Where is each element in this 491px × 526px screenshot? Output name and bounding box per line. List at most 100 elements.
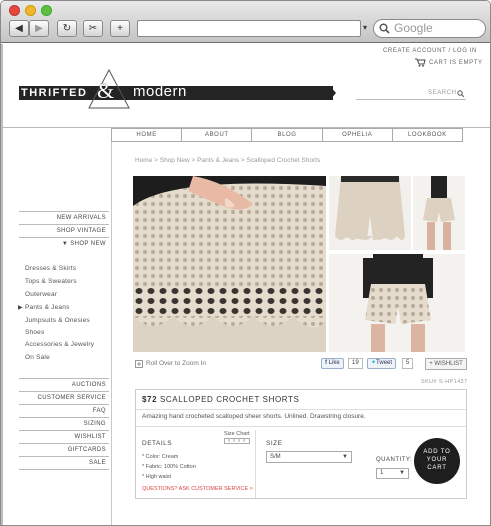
magnifier-icon [379,23,390,34]
product-details-box: $72 SCALLOPED CROCHET SHORTS Amazing han… [135,389,467,499]
quantity-label: QUANTITY: [376,457,413,463]
plus-icon: + [117,23,123,34]
sidebar-sub-outerwear[interactable]: Outerwear [25,291,57,298]
sidebar-sub-jumpsuits[interactable]: Jumpsuits & Onesies [25,317,90,324]
sidebar-divider [111,142,112,525]
back-button[interactable]: ◀ [9,20,29,37]
size-chart-link[interactable]: Size Chart [224,431,250,437]
main-nav: HOME ABOUT BLOG OPHELIA LOOKBOOK [111,128,463,142]
add-to-cart-button[interactable]: ADD TO YOUR CART [414,438,460,484]
nav-about[interactable]: ABOUT [182,129,253,141]
wishlist-button[interactable]: + WISHLIST [425,358,467,370]
product-description: Amazing hand crocheted scalloped sheer s… [142,413,366,420]
product-thumb-1-art [329,176,411,250]
product-thumb-2[interactable] [413,176,465,250]
sidebar-sub-accessories[interactable]: Accessories & Jewelry [25,341,94,348]
page-content: CREATE ACCOUNT / LOG IN CART IS EMPTY TH… [1,44,490,525]
reload-icon: ↻ [62,23,72,34]
new-tab-button[interactable]: + [110,20,130,37]
sidebar-item-giftcards[interactable]: GIFTCARDS [19,443,109,456]
browser-search-input[interactable]: Google [373,19,486,38]
site-search-icon[interactable] [457,90,464,97]
sidebar-item-shop-new[interactable]: ▼ SHOP NEW [19,237,109,250]
forward-arrow-icon: ▶ [35,23,43,34]
sidebar-item-new-arrivals[interactable]: NEW ARRIVALS [19,211,109,224]
zoom-icon [135,360,143,368]
sidebar-sub-pants[interactable]: Pants & Jeans [25,304,70,311]
sidebar-item-sizing[interactable]: SIZING [19,417,109,430]
tweet-button[interactable]: ✦Tweet [367,358,397,369]
forward-button[interactable]: ▶ [29,20,49,37]
details-divider-2 [136,426,466,427]
sidebar-item-label: SHOP NEW [70,241,106,247]
sidebar-sub-on-sale[interactable]: On Sale [25,354,50,361]
details-col-divider [255,430,256,498]
sidebar-sub-dresses[interactable]: Dresses & Skirts [25,265,76,272]
customer-service-link[interactable]: QUESTIONS? ASK CUSTOMER SERVICE > [142,486,253,492]
cart-status[interactable]: CART IS EMPTY [429,60,483,66]
details-divider [136,409,466,410]
caret-right-icon: ▶ [18,305,23,311]
reload-button[interactable]: ↻ [57,20,77,37]
logo-arrow-tip [330,86,336,100]
zoom-hint: Roll Over to Zoom In [146,360,206,367]
scissors-icon: ✂ [88,23,98,34]
sidebar-item-wishlist[interactable]: WISHLIST [19,430,109,443]
cart-icon [415,58,426,67]
browser-toolbar: ◀ ▶ ↻ ✂ + ▾ Google [1,1,490,43]
site-search-placeholder: SEARCH [428,90,457,96]
logo-text-thrifted: THRIFTED [21,87,88,99]
close-window-button[interactable] [9,5,20,16]
nav-home[interactable]: HOME [112,129,183,141]
browser-window: ◀ ▶ ↻ ✂ + ▾ Google CREATE ACCOUNT / LOG … [0,0,491,526]
size-label: SIZE [266,440,283,447]
size-select[interactable]: S/M ▼ [266,451,352,463]
caret-down-icon: ▼ [61,241,71,247]
product-thumb-3[interactable] [329,254,465,352]
sidebar-item-customer-service[interactable]: CUSTOMER SERVICE [19,391,109,404]
product-name: SCALLOPED CROCHET SHORTS [159,395,300,404]
product-thumb-2-art [423,176,455,250]
tweet-count: 5 [402,358,414,369]
sidebar-item-faq[interactable]: FAQ [19,404,109,417]
sidebar-item-sale[interactable]: SALE [19,456,109,470]
nav-lookbook[interactable]: LOOKBOOK [393,129,462,141]
product-price: $72 [142,395,158,404]
quantity-select[interactable]: 1 ▼ [376,468,409,479]
logo-ampersand: & [97,78,115,103]
product-thumb-1[interactable] [329,176,411,250]
detail-waist: * High waist [142,474,172,480]
address-bar[interactable] [137,20,361,37]
like-count: 19 [348,358,363,369]
sidebar-sub-shoes[interactable]: Shoes [25,329,44,336]
minimize-window-button[interactable] [25,5,36,16]
tweet-label: Tweet [376,360,393,366]
sidebar-item-shop-vintage[interactable]: SHOP VINTAGE [19,224,109,237]
like-button[interactable]: f Like [321,358,344,369]
ruler-icon [224,438,250,444]
sidebar-item-auctions[interactable]: AUCTIONS [19,378,109,391]
browser-search-placeholder: Google [394,21,433,35]
nav-blog[interactable]: BLOG [252,129,323,141]
zoom-window-button[interactable] [41,5,52,16]
details-label: DETAILS [142,440,173,447]
product-thumb-3-art [363,254,433,352]
detail-fabric: * Fabric: 100% Cotton [142,464,196,470]
account-link[interactable]: CREATE ACCOUNT / LOG IN [383,48,477,54]
sku: SKU# S-HP1437 [421,379,468,385]
product-main-image[interactable] [133,176,326,352]
size-value: S/M [270,454,281,460]
chevron-down-icon: ▼ [399,470,405,476]
details-list: * Color: Cream * Fabric: 100% Cotton * H… [142,452,196,482]
nav-ophelia[interactable]: OPHELIA [323,129,393,141]
dropdown-icon: ▾ [363,23,368,32]
breadcrumb[interactable]: Home > Shop New > Pants & Jeans > Scallo… [135,157,320,164]
sidebar-sub-tops[interactable]: Tops & Sweaters [25,278,77,285]
product-title: $72 SCALLOPED CROCHET SHORTS [142,395,299,404]
quantity-value: 1 [380,470,384,476]
chevron-down-icon: ▼ [342,454,348,460]
site-search-input[interactable]: SEARCH [356,86,466,100]
add-to-cart-label: ADD TO YOUR CART [423,449,451,471]
screenshot-button[interactable]: ✂ [83,20,103,37]
product-main-image-art [133,176,326,352]
